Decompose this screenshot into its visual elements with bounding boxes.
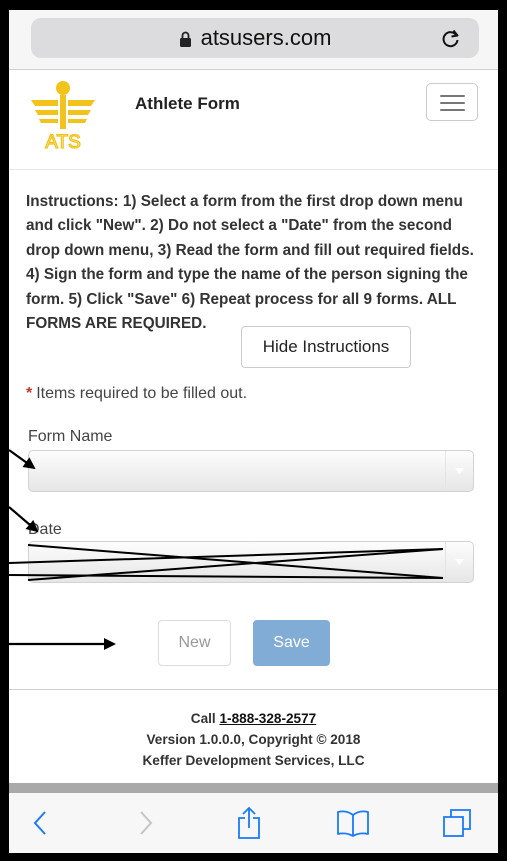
forward-chevron-icon — [140, 811, 153, 835]
required-note-text: Items required to be filled out. — [36, 385, 248, 402]
new-button[interactable]: New — [158, 620, 231, 666]
chevron-down-icon — [445, 451, 473, 491]
instructions-text: Instructions: 1) Select a form from the … — [26, 193, 474, 333]
app-header: ATS Athlete Form — [9, 70, 498, 170]
hamburger-menu-icon — [440, 95, 465, 97]
page-bottom-band — [9, 783, 498, 793]
page-title: Athlete Form — [135, 94, 240, 113]
required-note: * Items required to be filled out. — [26, 385, 247, 403]
share-icon — [238, 806, 260, 839]
bookmarks-book-icon — [337, 810, 369, 837]
footer-company: Keffer Development Services, LLC — [142, 753, 365, 768]
tabs-button[interactable] — [439, 805, 475, 841]
share-button[interactable] — [231, 805, 267, 841]
required-star: * — [26, 385, 33, 402]
date-select[interactable] — [28, 541, 474, 583]
chevron-down-icon — [445, 542, 473, 582]
date-label: Date — [28, 521, 62, 538]
tabs-icon — [443, 809, 471, 837]
forward-button[interactable] — [128, 805, 164, 841]
footer-version: Version 1.0.0.0, Copyright © 2018 — [146, 732, 361, 747]
svg-text:ATS: ATS — [45, 132, 81, 152]
form-name-select[interactable] — [28, 450, 474, 492]
form-name-label: Form Name — [28, 428, 113, 445]
footer-call-prefix: Call — [190, 711, 216, 726]
back-button[interactable] — [22, 805, 58, 841]
footer-call-line: Call 1-888-328-2577 — [9, 708, 498, 729]
lock-icon — [179, 31, 191, 47]
footer-divider — [9, 689, 498, 690]
back-chevron-icon — [33, 811, 46, 835]
hide-instructions-button[interactable]: Hide Instructions — [241, 326, 411, 368]
browser-toolbar — [9, 793, 498, 853]
bookmarks-button[interactable] — [335, 805, 371, 841]
url-text: atsusers.com — [200, 25, 332, 50]
footer: Call 1-888-328-2577 Version 1.0.0.0, Cop… — [9, 708, 498, 771]
save-button[interactable]: Save — [253, 620, 330, 666]
url-field[interactable]: atsusers.com — [31, 18, 479, 58]
reload-icon[interactable] — [440, 27, 462, 49]
browser-address-bar: atsusers.com — [9, 10, 498, 70]
hamburger-menu-button[interactable] — [426, 83, 478, 121]
phone-link[interactable]: 1-888-328-2577 — [219, 711, 316, 726]
ats-logo: ATS — [31, 81, 95, 152]
